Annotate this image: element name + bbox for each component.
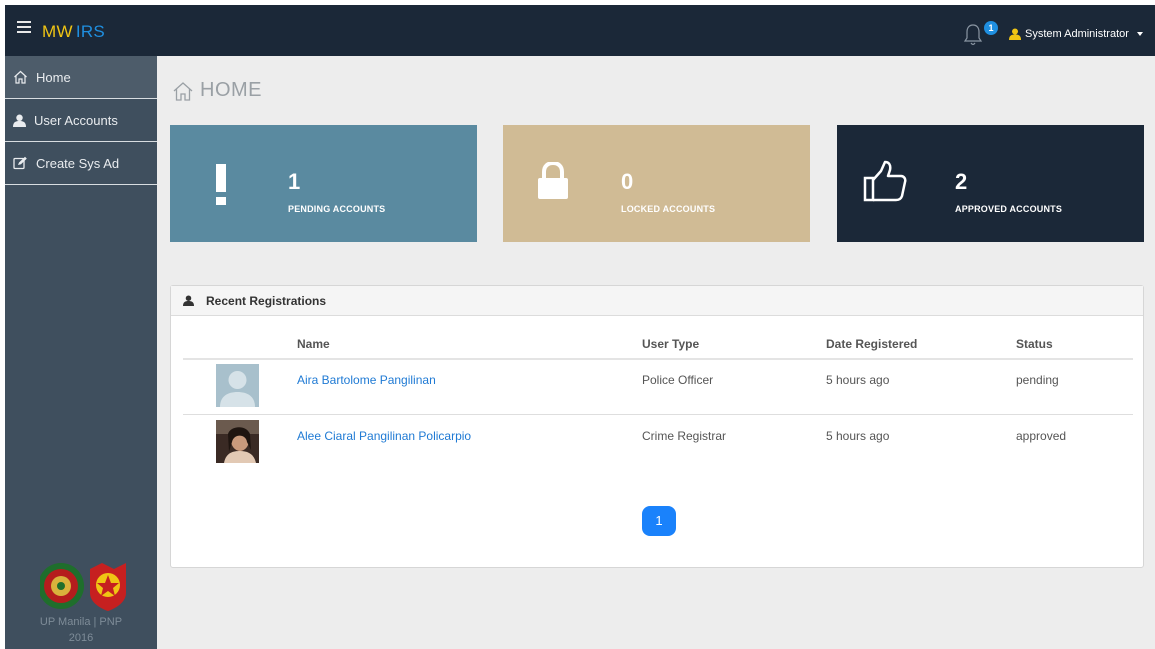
brand-secondary: IRS [75,22,106,41]
lock-icon [538,162,568,199]
column-header-status[interactable]: Status [1016,337,1053,351]
menu-toggle-icon[interactable] [17,21,31,36]
column-header-date-registered[interactable]: Date Registered [826,337,917,351]
sidebar-item-user-accounts[interactable]: User Accounts [5,99,157,142]
user-icon [13,114,26,127]
date-cell: 5 hours ago [826,429,890,443]
sidebar-item-label: User Accounts [34,112,118,128]
profile-photo [216,420,259,463]
column-header-user-type[interactable]: User Type [642,337,699,351]
stat-value: 2 [955,169,968,194]
user-menu-dropdown[interactable]: System Administrator [1009,26,1143,42]
locked-accounts-card[interactable]: 0 LOCKED ACCOUNTS [503,125,810,242]
top-navbar: MW IRS 1 System Administrator [5,5,1155,56]
header-divider [183,358,1133,360]
approved-accounts-card[interactable]: 2 APPROVED ACCOUNTS [837,125,1144,242]
caret-down-icon [1136,32,1143,36]
stat-value: 1 [288,169,301,194]
user-type-cell: Police Officer [642,373,714,387]
stat-label: APPROVED ACCOUNTS [955,204,1063,214]
default-avatar-icon [216,364,259,407]
page-title: HOME [172,79,262,102]
edit-icon [13,156,27,170]
date-cell: 5 hours ago [826,373,890,387]
sidebar: Home User Accounts Create Sys Ad UP Mani… [5,56,157,649]
page-title-text: HOME [200,79,262,101]
pending-accounts-card[interactable]: 1 PENDING ACCOUNTS [170,125,477,242]
recent-registrations-panel: Recent Registrations Name User Type Date… [170,285,1144,568]
thumbs-up-icon [863,160,907,202]
pagination-page-button[interactable]: 1 [642,506,676,536]
home-icon [173,81,193,101]
exclamation-icon [216,164,226,205]
avatar [216,420,259,463]
sidebar-footer: UP Manila | PNP 2016 [5,614,157,646]
brand-primary: MW [42,22,73,41]
row-divider [183,414,1133,415]
user-name-link[interactable]: Aira Bartolome Pangilinan [297,373,436,387]
brand-logo[interactable]: MW IRS [42,22,105,42]
panel-header: Recent Registrations [171,286,1143,316]
user-type-cell: Crime Registrar [642,429,727,443]
status-cell: approved [1016,429,1067,443]
main-content: HOME 1 PENDING ACCOUNTS 0 LOCKED ACCOUNT… [157,56,1155,649]
panel-title: Recent Registrations [206,293,327,308]
sidebar-item-home[interactable]: Home [5,56,157,99]
status-cell: pending [1016,373,1059,387]
sidebar-item-label: Home [36,69,71,85]
stat-label: PENDING ACCOUNTS [288,204,386,214]
bell-icon[interactable] [963,22,983,48]
stat-label: LOCKED ACCOUNTS [621,204,716,214]
up-pnp-seal-logos [40,563,126,611]
stat-value: 0 [621,169,634,194]
footer-credit: UP Manila | PNP [39,616,123,628]
notification-badge: 1 [984,21,998,35]
avatar [216,364,259,407]
user-name: System Administrator [1025,28,1129,40]
home-icon [14,70,27,84]
footer-year: 2016 [68,632,94,644]
sidebar-item-create-sys-ad[interactable]: Create Sys Ad [5,142,157,185]
user-icon [183,295,194,306]
user-icon [1009,28,1021,40]
sidebar-item-label: Create Sys Ad [36,155,120,171]
user-name-link[interactable]: Alee Ciaral Pangilinan Policarpio [297,429,471,443]
column-header-name[interactable]: Name [297,337,330,351]
